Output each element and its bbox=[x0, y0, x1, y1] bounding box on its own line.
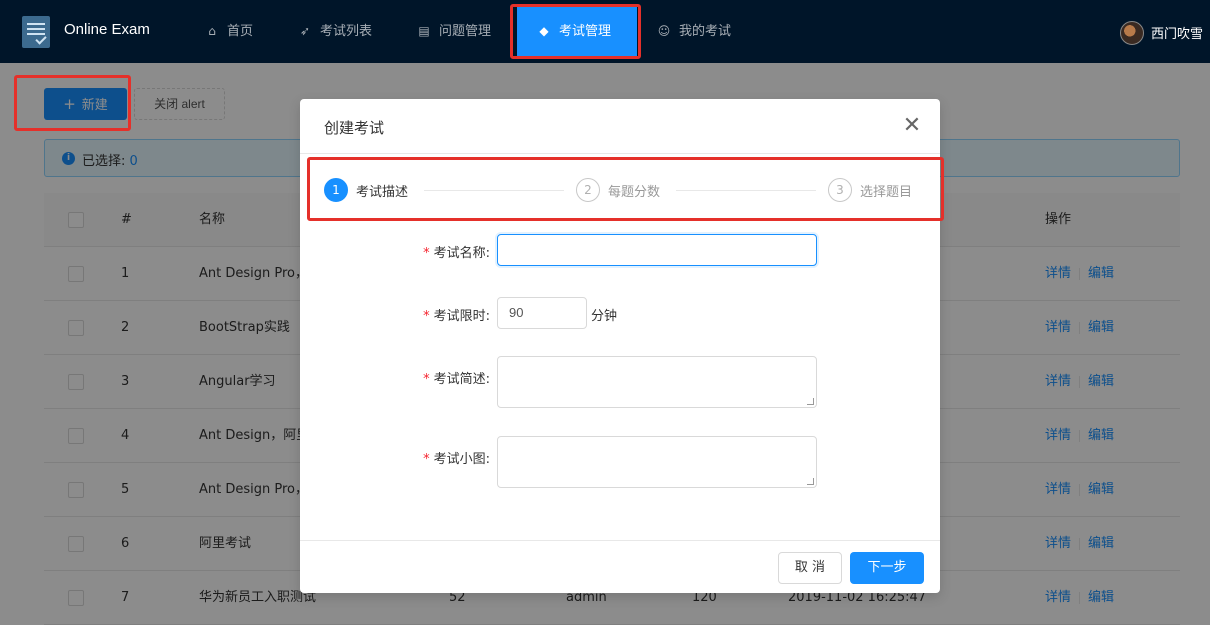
close-icon[interactable]: ✕ bbox=[900, 112, 924, 140]
nav-item-home[interactable]: ⌂ 首页 bbox=[205, 0, 253, 63]
highlight-box-steps bbox=[307, 157, 944, 221]
file-icon: ▤ bbox=[418, 24, 430, 38]
modal-title: 创建考试 bbox=[324, 119, 385, 137]
time-unit: 分钟 bbox=[591, 309, 618, 324]
user-icon: ☺ bbox=[657, 24, 671, 38]
avatar[interactable] bbox=[1120, 21, 1144, 45]
exam-desc-label: * 考试简述: bbox=[300, 368, 490, 387]
exam-name-label: * 考试名称: bbox=[300, 242, 490, 261]
exam-logo-icon[interactable] bbox=[22, 16, 50, 48]
exam-image-label-text: 考试小图: bbox=[433, 452, 490, 467]
exam-image-textarea[interactable] bbox=[497, 436, 817, 488]
nav-item-question-manage[interactable]: ▤ 问题管理 bbox=[417, 0, 491, 63]
home-icon: ⌂ bbox=[208, 24, 216, 38]
required-mark: * bbox=[423, 309, 430, 324]
nav-item-label: 我的考试 bbox=[679, 24, 732, 39]
exam-image-label: * 考试小图: bbox=[300, 448, 490, 467]
modal-header: 创建考试 ✕ bbox=[300, 99, 940, 154]
highlight-box-new-button bbox=[14, 75, 131, 131]
nav-item-label: 问题管理 bbox=[439, 24, 492, 39]
nav-item-exam-list[interactable]: ➶ 考试列表 bbox=[298, 0, 372, 63]
time-limit-label: * 考试限时: bbox=[300, 305, 490, 324]
next-step-button[interactable]: 下一步 bbox=[850, 552, 924, 584]
required-mark: * bbox=[423, 372, 430, 387]
user-name[interactable]: 西门吹雪 bbox=[1151, 23, 1203, 42]
exam-name-label-text: 考试名称: bbox=[433, 246, 490, 261]
highlight-box-nav bbox=[510, 4, 641, 59]
nav-item-label: 首页 bbox=[227, 24, 254, 39]
exam-desc-textarea[interactable] bbox=[497, 356, 817, 408]
time-limit-label-text: 考试限时: bbox=[433, 309, 490, 324]
modal-footer: 取 消 下一步 bbox=[300, 540, 940, 593]
nav-item-my-exams[interactable]: ☺ 我的考试 bbox=[657, 0, 731, 63]
exam-name-input[interactable] bbox=[497, 234, 817, 266]
required-mark: * bbox=[423, 246, 430, 261]
cancel-button[interactable]: 取 消 bbox=[778, 552, 842, 584]
rocket-icon: ➶ bbox=[299, 24, 311, 38]
exam-desc-label-text: 考试简述: bbox=[433, 372, 490, 387]
time-limit-input[interactable]: 90 bbox=[497, 297, 587, 329]
required-mark: * bbox=[423, 452, 430, 467]
nav-item-label: 考试列表 bbox=[320, 24, 373, 39]
app-title[interactable]: Online Exam bbox=[64, 21, 150, 38]
